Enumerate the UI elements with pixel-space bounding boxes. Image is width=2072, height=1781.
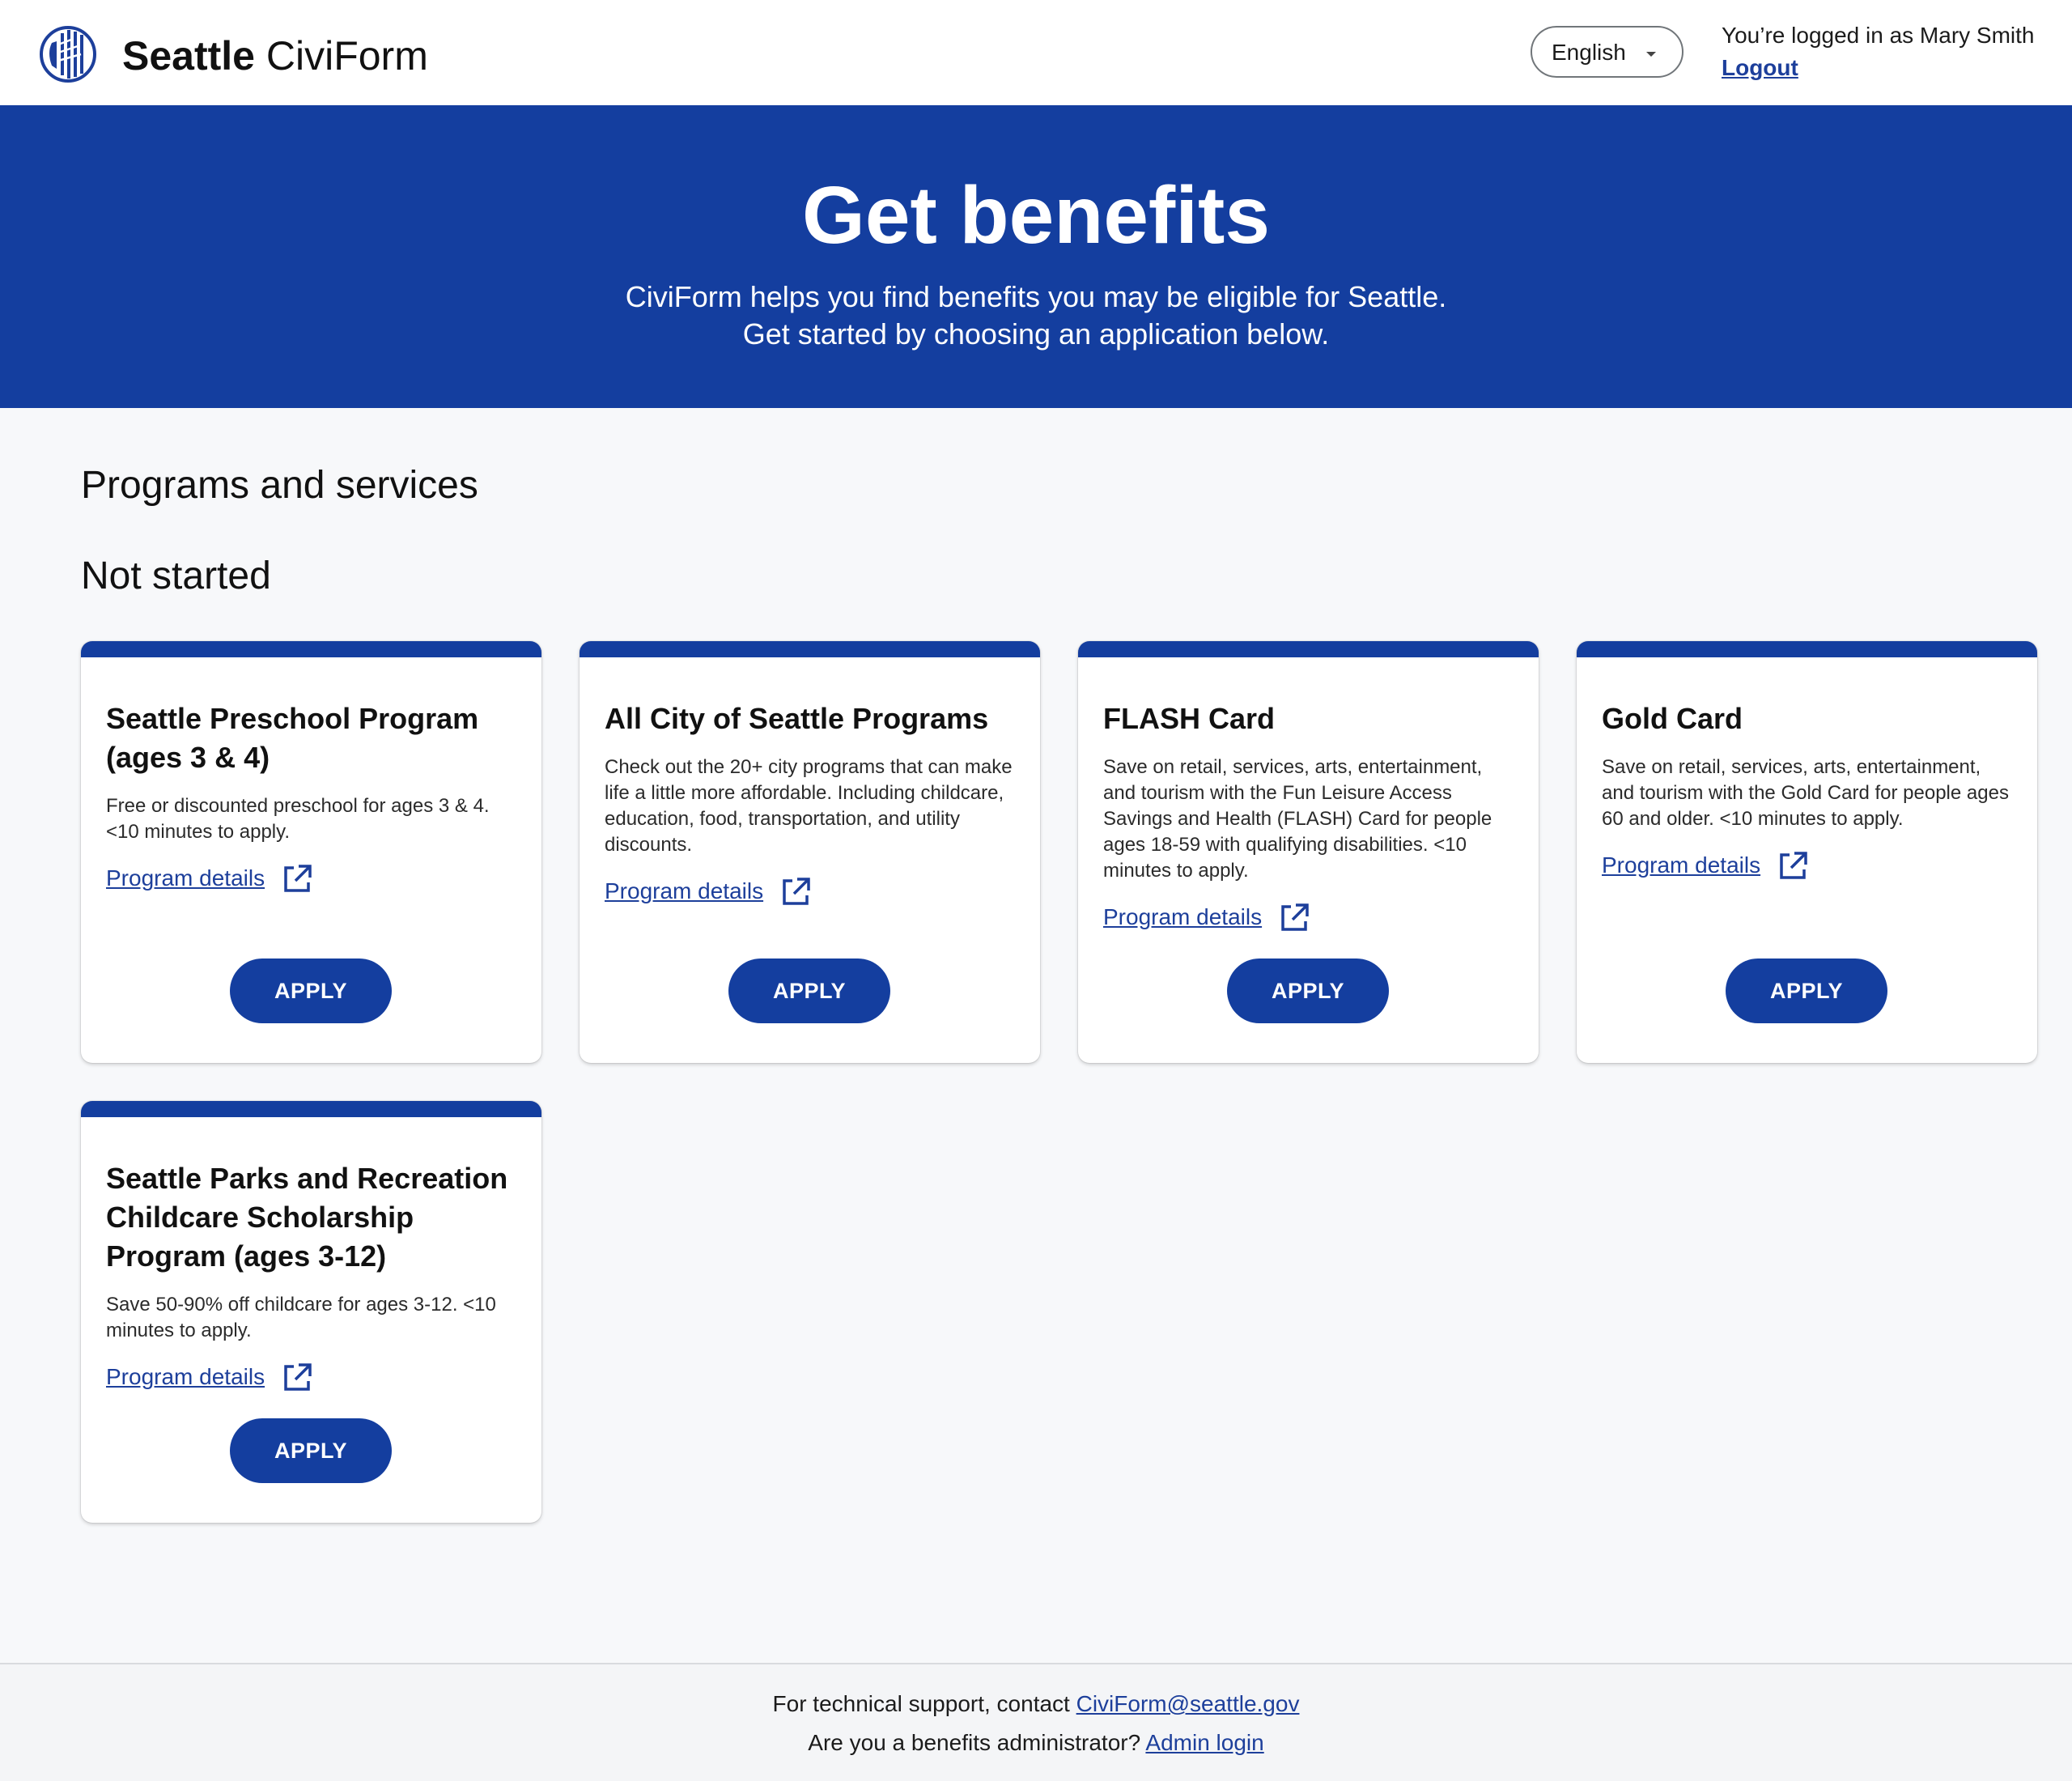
program-card: Seattle Preschool Program (ages 3 & 4) F…	[81, 641, 541, 1063]
program-card-title: FLASH Card	[1103, 702, 1276, 735]
external-link-icon[interactable]	[779, 876, 812, 908]
program-card-title: All City of Seattle Programs	[605, 702, 989, 735]
language-selector[interactable]: English	[1531, 26, 1684, 78]
brand-city-name: Seattle	[122, 33, 255, 79]
program-card: FLASH Card Save on retail, services, art…	[1078, 641, 1539, 1063]
program-card: All City of Seattle Programs Check out t…	[580, 641, 1040, 1063]
program-details-link[interactable]: Program details	[1602, 848, 1760, 883]
program-card-description: Check out the 20+ city programs that can…	[605, 756, 1013, 856]
hero-subtitle-line-1: CiviForm helps you find benefits you may…	[625, 280, 1447, 313]
apply-button[interactable]: APPLY	[230, 959, 392, 1023]
external-link-icon[interactable]	[281, 863, 313, 895]
program-details-link[interactable]: Program details	[1103, 899, 1262, 935]
program-details-link[interactable]: Program details	[106, 861, 265, 896]
section-title: Programs and services	[81, 464, 478, 507]
apply-button[interactable]: APPLY	[728, 959, 890, 1023]
page-footer: For technical support, contact CiviForm@…	[0, 1663, 2072, 1781]
external-link-icon[interactable]	[281, 1362, 313, 1394]
hero-subtitle-line-2: Get started by choosing an application b…	[742, 317, 1330, 351]
program-card: Seattle Parks and Recreation Childcare S…	[81, 1101, 541, 1523]
program-card-description: Save 50-90% off childcare for ages 3-12.…	[106, 1294, 496, 1341]
program-card: Gold Card Save on retail, services, arts…	[1577, 641, 2037, 1063]
external-link-icon[interactable]	[1777, 850, 1809, 882]
hero-subtitle: CiviForm helps you find benefits you may…	[0, 278, 2072, 353]
chevron-down-icon	[1646, 52, 1656, 57]
login-status-text: You’re logged in as Mary Smith	[1722, 23, 2035, 48]
brand-product-name: CiviForm	[265, 33, 428, 79]
top-navigation-bar: Seattle CiviForm English You’re logged i…	[0, 0, 2072, 105]
program-card-description: Free or discounted preschool for ages 3 …	[106, 795, 490, 843]
program-card-title: Seattle Preschool Program (ages 3 & 4)	[106, 702, 479, 774]
footer-support-text: For technical support, contact	[772, 1691, 1076, 1716]
program-details-link[interactable]: Program details	[106, 1359, 265, 1395]
external-link-icon[interactable]	[1278, 902, 1310, 934]
program-card-description: Save on retail, services, arts, entertai…	[1103, 756, 1492, 882]
admin-login-link[interactable]: Admin login	[1145, 1730, 1263, 1755]
footer-admin-line: Are you a benefits administrator? Admin …	[0, 1728, 2072, 1758]
group-title-not-started: Not started	[81, 555, 271, 597]
page-title: Get benefits	[802, 170, 1270, 261]
apply-button[interactable]: APPLY	[1726, 959, 1887, 1023]
language-selected-value: English	[1552, 40, 1626, 65]
apply-button[interactable]: APPLY	[1227, 959, 1389, 1023]
program-card-title: Gold Card	[1602, 702, 1743, 735]
footer-admin-text: Are you a benefits administrator?	[808, 1730, 1146, 1755]
program-card-title: Seattle Parks and Recreation Childcare S…	[106, 1162, 508, 1273]
program-details-link[interactable]: Program details	[605, 873, 763, 909]
seattle-logo-icon[interactable]	[39, 25, 97, 83]
site-brand[interactable]: Seattle CiviForm	[122, 29, 428, 83]
apply-button[interactable]: APPLY	[230, 1418, 392, 1483]
logout-link[interactable]: Logout	[1722, 53, 1798, 83]
footer-support-line: For technical support, contact CiviForm@…	[0, 1689, 2072, 1719]
hero-banner: Get benefits CiviForm helps you find ben…	[0, 105, 2072, 408]
program-card-description: Save on retail, services, arts, entertai…	[1602, 756, 2009, 830]
support-email-link[interactable]: CiviForm@seattle.gov	[1076, 1691, 1300, 1716]
